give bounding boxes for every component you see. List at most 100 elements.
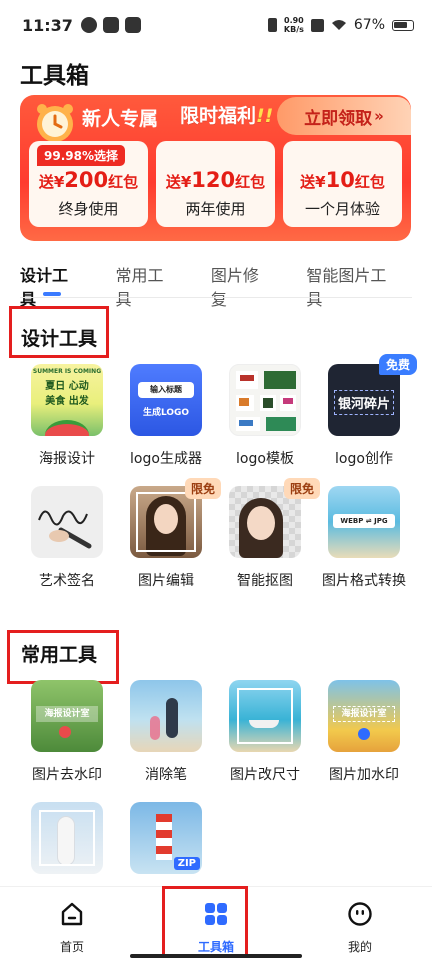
banner-title: 新人专属	[82, 108, 159, 130]
tool-label: 艺术签名	[39, 573, 95, 589]
thumb-caption: 美食 出发	[45, 396, 89, 407]
coupon-amount-prefix: 送¥	[300, 173, 326, 191]
section-title-common: 常用工具	[21, 644, 98, 666]
crop-frame	[136, 492, 196, 552]
tool-add-watermark[interactable]: 海报设计室 图片加水印	[319, 680, 409, 784]
coupon-amount-suffix: 红包	[354, 173, 385, 191]
tool-resize-image[interactable]: 图片改尺寸	[220, 680, 310, 784]
coupon-amount-value: 200	[64, 168, 109, 192]
banner-badge-text: 限时福利	[180, 105, 257, 127]
limited-free-badge: 限免	[283, 478, 320, 499]
thumb-caption: 生成LOGO	[142, 408, 190, 418]
notification-app-icon	[80, 17, 97, 33]
tool-label: 图片去水印	[32, 767, 102, 783]
home-icon	[61, 902, 83, 926]
battery-percent: 67%	[353, 17, 385, 33]
tool-logo-generator[interactable]: 输入标题 生成LOGO logo生成器	[121, 364, 211, 468]
status-right: 0.90 KB/s 67%	[267, 16, 414, 34]
tool-poster-design[interactable]: SUMMER IS COMING 夏日 心动 美食 出发 海报设计	[22, 364, 112, 468]
tab-design-tools[interactable]: 设计工具	[20, 262, 80, 310]
tool-label: 海报设计	[39, 451, 95, 467]
coupon-card[interactable]: 99.98%选择 送¥200红包 终身使用	[29, 141, 148, 227]
tool-label: 图片改尺寸	[230, 767, 300, 783]
alarm-clock-icon	[37, 104, 73, 142]
notification-icons	[80, 17, 141, 33]
logo-generator-thumb: 输入标题 生成LOGO	[130, 364, 202, 436]
claim-button-label: 立即领取	[304, 108, 373, 129]
coupon-amount-prefix: 送¥	[165, 173, 192, 191]
tool-art-signature[interactable]: 艺术签名	[22, 486, 112, 590]
section-title-design: 设计工具	[21, 328, 98, 350]
child-shape	[150, 716, 160, 740]
remove-dot-icon	[59, 726, 71, 738]
nav-label: 我的	[347, 940, 372, 954]
watermark-chip: 海报设计室	[36, 706, 98, 722]
signature-pen-graphic	[38, 510, 92, 549]
tool-smart-cutout[interactable]: 限免 智能抠图	[220, 478, 320, 590]
watermelon-shape	[45, 420, 89, 436]
coupon-amount: 送¥120红包	[166, 168, 265, 192]
notification-app-icon	[124, 17, 141, 33]
logo-grid-graphic	[236, 371, 296, 431]
tool-label: logo模板	[236, 451, 294, 467]
page-title: 工具箱	[20, 63, 89, 89]
tool-image-edit[interactable]: 限免 图片编辑	[121, 478, 221, 590]
nav-home[interactable]: 首页	[32, 901, 112, 955]
double-chevron-right-icon: »	[374, 107, 384, 125]
tool-label: logo生成器	[130, 451, 202, 467]
tool-label: logo创作	[335, 451, 393, 467]
coupon-list: 99.98%选择 送¥200红包 终身使用 送¥120红包 两年使用 送¥10红…	[29, 141, 402, 227]
thumb-input-box: 输入标题	[138, 382, 194, 398]
status-bar: 11:37 0.90 KB/s 67%	[0, 0, 432, 50]
net-speed-unit: KB/s	[283, 25, 304, 34]
coupon-tag: 99.98%选择	[37, 145, 125, 166]
compress-image-thumb: ZIP	[130, 802, 202, 874]
tool-label: 图片格式转换	[322, 573, 406, 589]
net-speed: 0.90 KB/s	[284, 16, 304, 34]
watermark-chip: 海报设计室	[333, 706, 395, 722]
tool-crop-image[interactable]	[22, 802, 112, 886]
coupon-card[interactable]: 送¥120红包 两年使用	[156, 141, 275, 227]
claim-button[interactable]: 立即领取 »	[277, 97, 411, 135]
coupon-card[interactable]: 送¥10红包 一个月体验	[283, 141, 402, 227]
poster-design-thumb: SUMMER IS COMING 夏日 心动 美食 出发	[31, 364, 103, 436]
promo-banner[interactable]: 新人专属 限时福利!! 立即领取 » 99.98%选择 送¥200红包 终身使用…	[20, 95, 411, 241]
art-signature-thumb	[31, 486, 103, 558]
tab-common-tools[interactable]: 常用工具	[115, 262, 175, 310]
nav-profile[interactable]: 我的	[320, 901, 400, 955]
tool-logo-creation[interactable]: 免费 银河碎片 logo创作	[319, 354, 417, 468]
tool-logo-template[interactable]: logo模板	[220, 364, 310, 468]
battery-icon	[392, 19, 414, 31]
crop-image-thumb	[31, 802, 103, 874]
coupon-amount-suffix: 红包	[108, 173, 139, 191]
tab-indicator	[43, 292, 61, 296]
person-shape	[166, 698, 178, 738]
tool-compress-image[interactable]: ZIP	[121, 802, 211, 886]
home-indicator	[130, 954, 302, 958]
tool-label: 图片加水印	[329, 767, 399, 783]
highlight-box	[162, 886, 248, 958]
coupon-amount-suffix: 红包	[235, 173, 266, 191]
free-badge: 免费	[378, 354, 417, 375]
tool-label: 消除笔	[145, 767, 187, 783]
category-tabs: 设计工具 常用工具 图片修复 智能图片工具	[0, 262, 432, 309]
tool-format-convert[interactable]: WEBP ⇌ JPG 图片格式转换	[319, 486, 409, 590]
add-dot-icon	[358, 728, 370, 740]
limited-free-badge: 限免	[184, 478, 221, 499]
format-chip: WEBP ⇌ JPG	[333, 514, 395, 528]
resize-frame	[237, 688, 293, 744]
coupon-amount-value: 10	[325, 168, 355, 192]
tool-eraser-pen[interactable]: 消除笔	[121, 680, 211, 784]
eraser-pen-thumb	[130, 680, 202, 752]
tab-smart-image-tools[interactable]: 智能图片工具	[306, 262, 397, 310]
vibrate-icon	[267, 18, 277, 32]
coupon-amount: 送¥200红包	[39, 168, 138, 192]
thumb-caption: 银河碎片	[334, 390, 394, 415]
resize-image-thumb	[229, 680, 301, 752]
logo-template-thumb	[229, 364, 301, 436]
tab-image-repair[interactable]: 图片修复	[211, 262, 271, 310]
coupon-term: 终身使用	[58, 200, 119, 218]
tab-divider	[20, 297, 412, 298]
tool-remove-watermark[interactable]: 海报设计室 图片去水印	[22, 680, 112, 784]
sim-off-icon	[310, 18, 324, 32]
